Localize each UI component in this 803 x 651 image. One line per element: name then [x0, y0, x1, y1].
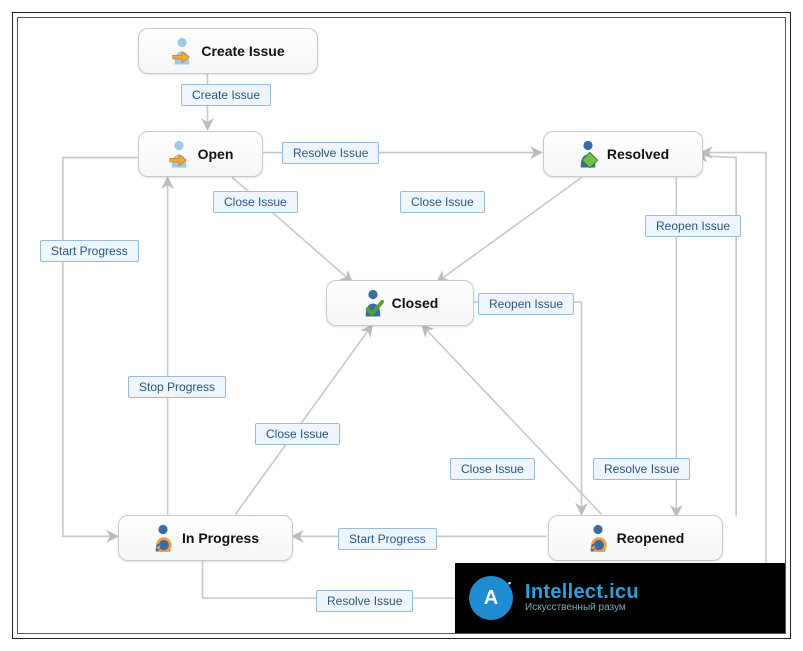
user-cycle-icon: [152, 524, 174, 552]
watermark-title: Intellect.icu: [525, 582, 639, 603]
user-arrow-icon: [168, 140, 190, 168]
user-diamond-icon: [577, 140, 599, 168]
watermark: A • Intellect.icu Искусственный разум: [455, 563, 785, 633]
transition-start-progress-from-open[interactable]: Start Progress: [40, 240, 139, 262]
watermark-logo-letter: A: [484, 587, 498, 610]
diagram-frame-inner: Create Issue Open Resolved Closed In Pro: [17, 17, 786, 634]
edge-inprogress-to-closed: [235, 325, 372, 514]
diagram-frame-outer: Create Issue Open Resolved Closed In Pro: [12, 12, 791, 639]
state-closed[interactable]: Closed: [326, 280, 474, 326]
transition-close-issue-from-inprogress[interactable]: Close Issue: [255, 423, 340, 445]
state-in-progress[interactable]: In Progress: [118, 515, 293, 561]
user-check-icon: [362, 289, 384, 317]
transition-close-issue-from-resolved[interactable]: Close Issue: [400, 191, 485, 213]
state-resolved[interactable]: Resolved: [543, 131, 703, 177]
edge-reopened-to-resolved: [696, 156, 736, 517]
transition-resolve-issue[interactable]: Resolve Issue: [282, 142, 379, 164]
user-cycle-icon: [587, 524, 609, 552]
transition-reopen-issue-from-closed[interactable]: Reopen Issue: [478, 293, 574, 315]
transition-resolve-issue-from-reopened[interactable]: Resolve Issue: [593, 458, 690, 480]
state-label: Resolved: [607, 146, 669, 162]
state-open[interactable]: Open: [138, 131, 263, 177]
transition-stop-progress[interactable]: Stop Progress: [128, 376, 226, 398]
state-label: In Progress: [182, 530, 259, 546]
user-arrow-icon: [171, 37, 193, 65]
transition-start-progress-from-reopened[interactable]: Start Progress: [338, 528, 437, 550]
watermark-logo-icon: A •: [469, 576, 513, 620]
state-label: Reopened: [617, 530, 685, 546]
transition-reopen-issue-from-resolved[interactable]: Reopen Issue: [645, 215, 741, 237]
edge-open-to-inprogress: [63, 158, 138, 537]
state-label: Open: [198, 146, 234, 162]
state-label: Create Issue: [201, 43, 284, 59]
transition-create-issue[interactable]: Create Issue: [181, 84, 271, 106]
watermark-subtitle: Искусственный разум: [525, 603, 639, 614]
transition-close-issue-from-open[interactable]: Close Issue: [213, 191, 298, 213]
transition-close-issue-from-reopened[interactable]: Close Issue: [450, 458, 535, 480]
state-label: Closed: [392, 295, 439, 311]
transition-resolve-issue-from-inprogress[interactable]: Resolve Issue: [316, 590, 413, 612]
state-reopened[interactable]: Reopened: [548, 515, 723, 561]
state-create-issue[interactable]: Create Issue: [138, 28, 318, 74]
edge-closed-to-reopened: [472, 302, 582, 514]
edge-reopened-to-closed: [422, 325, 602, 514]
